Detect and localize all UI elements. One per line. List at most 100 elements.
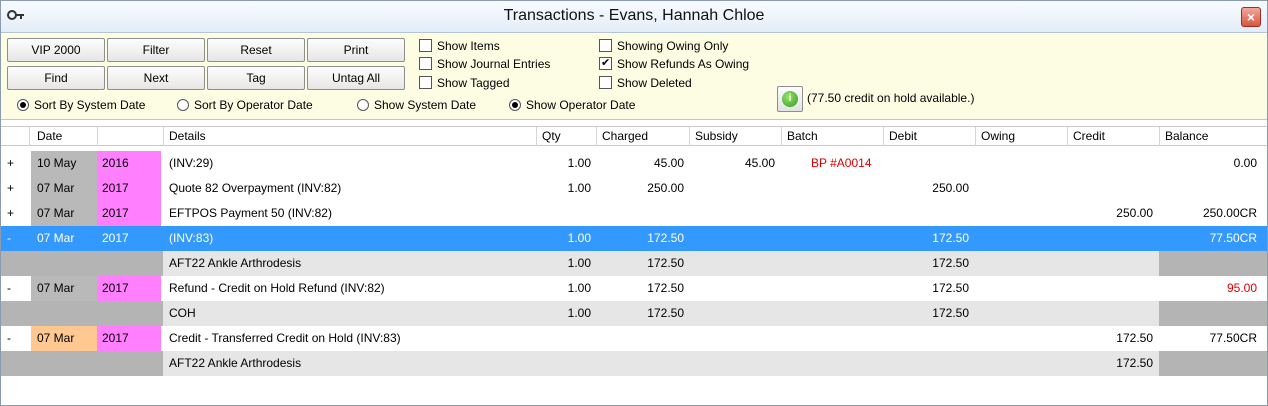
radio-label: Sort By Operator Date [194, 98, 313, 112]
row-details: Quote 82 Overpayment (INV:82) [169, 181, 342, 195]
table-row[interactable]: + 10 May 2016 (INV:29) 1.00 45.00 45.00 … [1, 151, 1267, 176]
close-button[interactable]: × [1241, 7, 1261, 27]
row-details: Credit - Transferred Credit on Hold (INV… [169, 331, 401, 345]
col-subsidy[interactable]: Subsidy [695, 129, 738, 143]
row-debit: 172.50 [932, 231, 969, 245]
row-date: 07 Mar [37, 331, 75, 345]
show-deleted-checkbox[interactable]: Show Deleted [599, 76, 692, 92]
show-refunds-as-owing-checkbox[interactable]: Show Refunds As Owing [599, 56, 749, 73]
row-year: 2017 [102, 231, 129, 245]
row-qty: 1.00 [567, 156, 591, 170]
row-debit: 172.50 [932, 306, 969, 320]
col-batch[interactable]: Batch [787, 129, 818, 143]
subrow-balance-filler [1159, 351, 1267, 376]
col-charged[interactable]: Charged [602, 129, 648, 143]
subrow-filler [1, 251, 163, 276]
sort-by-system-date-radio[interactable]: Sort By System Date [17, 98, 145, 114]
expand-toggle[interactable]: + [7, 176, 14, 201]
toolbar: VIP 2000 Filter Reset Print Find Next Ta… [1, 34, 1267, 120]
expand-toggle[interactable]: - [7, 226, 11, 251]
row-details: (INV:29) [169, 156, 214, 170]
row-qty: 1.00 [567, 231, 591, 245]
row-debit: 172.50 [932, 281, 969, 295]
show-system-date-radio[interactable]: Show System Date [357, 98, 476, 114]
row-year: 2017 [102, 206, 129, 220]
row-subsidy: 45.00 [744, 156, 775, 170]
checkbox-box [599, 76, 612, 89]
row-date: 07 Mar [37, 231, 75, 245]
checkbox-label: Show Journal Entries [437, 57, 551, 71]
row-year: 2017 [102, 281, 129, 295]
show-operator-date-radio[interactable]: Show Operator Date [509, 98, 635, 114]
radio-label: Show System Date [374, 98, 477, 112]
row-details: EFTPOS Payment 50 (INV:82) [169, 206, 332, 220]
row-batch: BP #A0014 [811, 156, 872, 170]
vip-2000-button[interactable]: VIP 2000 [7, 38, 105, 62]
filter-button[interactable]: Filter [107, 38, 205, 62]
checkbox-box [419, 39, 432, 52]
col-details[interactable]: Details [169, 129, 206, 143]
col-date[interactable]: Date [37, 129, 62, 143]
row-balance: 77.50CR [1209, 331, 1257, 345]
row-balance: 77.50CR [1209, 231, 1257, 245]
window-title: Transactions - Evans, Hannah Chloe [503, 7, 765, 24]
table-row[interactable]: - 07 Mar 2017 Credit - Transferred Credi… [1, 326, 1267, 351]
title-bar: Transactions - Evans, Hannah Chloe × [1, 1, 1267, 33]
row-date: 10 May [37, 156, 77, 170]
row-charged: 172.50 [647, 256, 684, 270]
radio-label: Show Operator Date [526, 98, 636, 112]
checkbox-box [419, 57, 432, 70]
tag-button[interactable]: Tag [207, 66, 305, 90]
checkbox-box-checked [599, 56, 612, 71]
reset-button[interactable]: Reset [207, 38, 305, 62]
table-subrow[interactable]: COH 1.00 172.50 172.50 [1, 301, 1267, 326]
radio-label: Sort By System Date [34, 98, 146, 112]
row-balance: 0.00 [1233, 156, 1257, 170]
row-qty: 1.00 [567, 306, 591, 320]
expand-toggle[interactable]: - [7, 326, 11, 351]
table-subrow[interactable]: AFT22 Ankle Arthrodesis 1.00 172.50 172.… [1, 251, 1267, 276]
transactions-window: Transactions - Evans, Hannah Chloe × VIP… [0, 0, 1268, 406]
col-balance[interactable]: Balance [1165, 129, 1208, 143]
row-details: (INV:83) [169, 231, 214, 245]
table-row-selected[interactable]: - 07 Mar 2017 (INV:83) 1.00 172.50 172.5… [1, 226, 1267, 251]
row-details: COH [169, 306, 196, 320]
table-row[interactable]: - 07 Mar 2017 Refund - Credit on Hold Re… [1, 276, 1267, 301]
untag-all-button[interactable]: Untag All [307, 66, 405, 90]
row-balance: 250.00CR [1202, 206, 1257, 220]
col-owing[interactable]: Owing [981, 129, 1015, 143]
col-credit[interactable]: Credit [1073, 129, 1105, 143]
grid-header: Date Details Qty Charged Subsidy Batch D… [1, 126, 1267, 146]
row-details: AFT22 Ankle Arthrodesis [169, 256, 302, 270]
credit-info-button[interactable]: i [777, 86, 803, 112]
row-credit [1067, 176, 1153, 201]
row-qty: 1.00 [567, 181, 591, 195]
row-charged: 250.00 [647, 181, 684, 195]
row-credit [1067, 151, 1153, 176]
print-button[interactable]: Print [307, 38, 405, 62]
checkbox-label: Show Items [437, 39, 500, 53]
row-charged: 172.50 [647, 231, 684, 245]
sort-by-operator-date-radio[interactable]: Sort By Operator Date [177, 98, 313, 114]
expand-toggle[interactable]: + [7, 201, 14, 226]
find-button[interactable]: Find [7, 66, 105, 90]
showing-owing-only-checkbox[interactable]: Showing Owing Only [599, 39, 728, 55]
expand-toggle[interactable]: + [7, 151, 14, 176]
row-charged: 172.50 [647, 306, 684, 320]
col-debit[interactable]: Debit [889, 129, 917, 143]
row-details: AFT22 Ankle Arthrodesis [169, 356, 302, 370]
next-button[interactable]: Next [107, 66, 205, 90]
row-balance: 95.00 [1226, 281, 1257, 295]
table-row[interactable]: + 07 Mar 2017 Quote 82 Overpayment (INV:… [1, 176, 1267, 201]
show-journal-entries-checkbox[interactable]: Show Journal Entries [419, 57, 550, 73]
show-tagged-checkbox[interactable]: Show Tagged [419, 76, 510, 92]
show-items-checkbox[interactable]: Show Items [419, 39, 500, 55]
table-row[interactable]: + 07 Mar 2017 EFTPOS Payment 50 (INV:82)… [1, 201, 1267, 226]
table-subrow[interactable]: AFT22 Ankle Arthrodesis 172.50 [1, 351, 1267, 376]
checkbox-box [599, 39, 612, 52]
checkbox-box [419, 76, 432, 89]
col-qty[interactable]: Qty [542, 129, 561, 143]
subrow-filler [1, 301, 163, 326]
expand-toggle[interactable]: - [7, 276, 11, 301]
row-year: 2017 [102, 181, 129, 195]
